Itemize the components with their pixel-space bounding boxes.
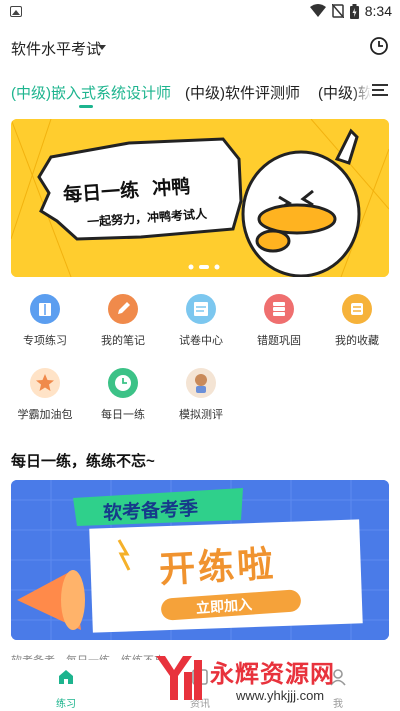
chevron-down-icon[interactable] — [98, 45, 106, 50]
status-bar: 8:34 — [0, 0, 400, 24]
grid-item-daily-practice[interactable]: 每日一练 — [83, 368, 163, 422]
grid-item-mock-exam[interactable]: 模拟测评 — [161, 368, 241, 422]
grid-item-topic-practice[interactable]: 专项练习 — [5, 294, 85, 348]
grid-item-label: 模拟测评 — [179, 409, 223, 421]
grid-item-paper-center[interactable]: 试卷中心 — [161, 294, 241, 348]
grid-item-label: 我的收藏 — [335, 335, 379, 347]
grid-item-mistakes[interactable]: 错题巩固 — [239, 294, 319, 348]
grid-item-label: 专项练习 — [23, 335, 67, 347]
book-icon — [30, 294, 60, 324]
site-watermark: 永辉资源网 www.yhkjjj.com — [150, 650, 395, 708]
nav-label: 练习 — [56, 699, 76, 710]
section-title: 每日一练，练练不忘~ — [11, 453, 155, 470]
card-headline: 软考备考季 — [102, 497, 199, 525]
favorites-list-icon — [342, 294, 372, 324]
watermark-url: www.yhkjjj.com — [236, 688, 325, 703]
grid-item-favorites[interactable]: 我的收藏 — [317, 294, 397, 348]
clock-icon — [108, 368, 138, 398]
pencil-icon — [108, 294, 138, 324]
grid-item-label: 每日一练 — [101, 409, 145, 421]
image-notification-icon — [10, 6, 22, 17]
card-main: 开练啦 — [158, 543, 278, 592]
grid-item-label: 学霸加油包 — [17, 409, 73, 421]
grid-item-label: 试卷中心 — [179, 335, 223, 347]
nav-practice[interactable]: 练习 — [46, 668, 86, 710]
exam-season-card[interactable]: 软考备考季 开练啦 立即加入 — [11, 480, 389, 640]
battery-icon — [349, 3, 359, 19]
stack-icon — [264, 294, 294, 324]
join-button[interactable]: 立即加入 — [195, 594, 253, 618]
home-icon — [59, 670, 73, 684]
grid-item-boost-pack[interactable]: 学霸加油包 — [5, 368, 85, 422]
history-clock-icon[interactable] — [369, 36, 389, 56]
exam-selector[interactable]: 软件水平考试 — [11, 38, 101, 59]
tab-indicator — [79, 105, 93, 108]
menu-icon[interactable] — [372, 83, 388, 97]
watermark-text: 永辉资源网 — [210, 661, 335, 688]
paper-icon — [186, 294, 216, 324]
grid-item-my-notes[interactable]: 我的笔记 — [83, 294, 163, 348]
tab-embedded-designer[interactable]: (中级)嵌入式系统设计师 — [11, 82, 171, 103]
grid-item-label: 错题巩固 — [257, 335, 301, 347]
daily-practice-banner[interactable]: 每日一练 冲鸭 一起努力，冲鸭考试人 — [11, 119, 389, 277]
star-icon — [30, 368, 60, 398]
tab-software-tester[interactable]: (中级)软件评测师 — [185, 82, 300, 103]
watermark-logo — [156, 656, 202, 700]
exam-tabs: (中级)嵌入式系统设计师 (中级)软件评测师 (中级)软 — [0, 70, 400, 110]
grid-item-label: 我的笔记 — [101, 335, 145, 347]
wifi-icon — [309, 4, 326, 17]
app-header: 软件水平考试 — [0, 28, 400, 68]
no-sim-icon — [331, 4, 344, 18]
clock-time: 8:34 — [364, 3, 392, 19]
character-icon — [186, 368, 216, 398]
